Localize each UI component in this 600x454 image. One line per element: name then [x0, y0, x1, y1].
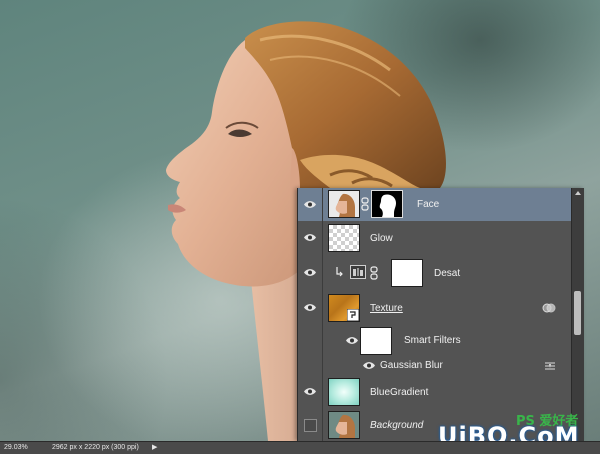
- scrollbar-thumb[interactable]: [574, 291, 581, 335]
- filter-mask-thumbnail[interactable]: [360, 327, 392, 355]
- adjustment-layer-icon[interactable]: [350, 265, 366, 279]
- layer-mask-thumbnail[interactable]: [391, 259, 423, 287]
- layer-name: Smart Filters: [404, 335, 461, 346]
- layer-mask-thumbnail[interactable]: [371, 190, 403, 218]
- layers-panel: Face Glow Desat Texture Smart Filters Ga…: [297, 188, 584, 441]
- status-menu-arrow-icon[interactable]: ▶: [152, 443, 157, 451]
- layer-desat[interactable]: Desat: [298, 254, 572, 293]
- eye-icon: [304, 201, 316, 208]
- hidden-visibility-box: [304, 419, 317, 432]
- layers-scrollbar[interactable]: [571, 188, 584, 441]
- smart-filter-options-icon[interactable]: [542, 302, 556, 314]
- layer-name: Background: [370, 420, 424, 431]
- eye-icon[interactable]: [345, 336, 359, 345]
- layer-thumbnail[interactable]: [328, 294, 360, 322]
- layer-glow[interactable]: Glow: [298, 221, 572, 255]
- eye-icon[interactable]: [362, 361, 376, 370]
- layer-name: Gaussian Blur: [380, 360, 443, 371]
- clipping-mask-icon: [336, 267, 343, 277]
- visibility-cell: [298, 356, 323, 376]
- eye-icon: [304, 269, 316, 276]
- eye-icon: [304, 388, 316, 395]
- visibility-toggle[interactable]: [298, 292, 323, 324]
- document-info: 2962 px x 2220 px (300 ppi): [52, 444, 139, 451]
- zoom-level[interactable]: 29.03%: [4, 444, 28, 451]
- layer-smart-filters[interactable]: Smart Filters: [298, 324, 572, 357]
- layer-thumbnail[interactable]: [328, 224, 360, 252]
- layer-gaussian-blur[interactable]: Gaussian Blur: [298, 356, 572, 377]
- layer-texture[interactable]: Texture: [298, 292, 572, 325]
- layer-bluegradient[interactable]: BlueGradient: [298, 376, 572, 409]
- eye-icon: [304, 234, 316, 241]
- layer-name: BlueGradient: [370, 387, 429, 398]
- layer-name: Face: [417, 199, 440, 210]
- smart-object-icon: [347, 309, 359, 321]
- scroll-up-icon[interactable]: [574, 190, 582, 196]
- layer-face[interactable]: Face: [298, 188, 572, 222]
- chain-link-icon[interactable]: [361, 197, 369, 211]
- layer-name: Texture: [370, 303, 403, 314]
- visibility-toggle[interactable]: [298, 376, 323, 408]
- layer-name: Desat: [434, 268, 461, 279]
- visibility-toggle[interactable]: [298, 254, 323, 292]
- visibility-cell: [298, 324, 323, 356]
- eye-icon: [304, 304, 316, 311]
- status-bar: 29.03% 2962 px x 2220 px (300 ppi) ▶: [0, 441, 600, 454]
- visibility-toggle[interactable]: [298, 408, 323, 441]
- layer-thumbnail[interactable]: [328, 378, 360, 406]
- layer-name: Glow: [370, 233, 393, 244]
- visibility-toggle[interactable]: [298, 221, 323, 254]
- layer-thumbnail[interactable]: [328, 190, 360, 218]
- layer-thumbnail[interactable]: [328, 411, 360, 439]
- blending-options-icon[interactable]: [544, 361, 556, 371]
- visibility-toggle[interactable]: [298, 188, 323, 221]
- chain-link-icon[interactable]: [370, 266, 378, 280]
